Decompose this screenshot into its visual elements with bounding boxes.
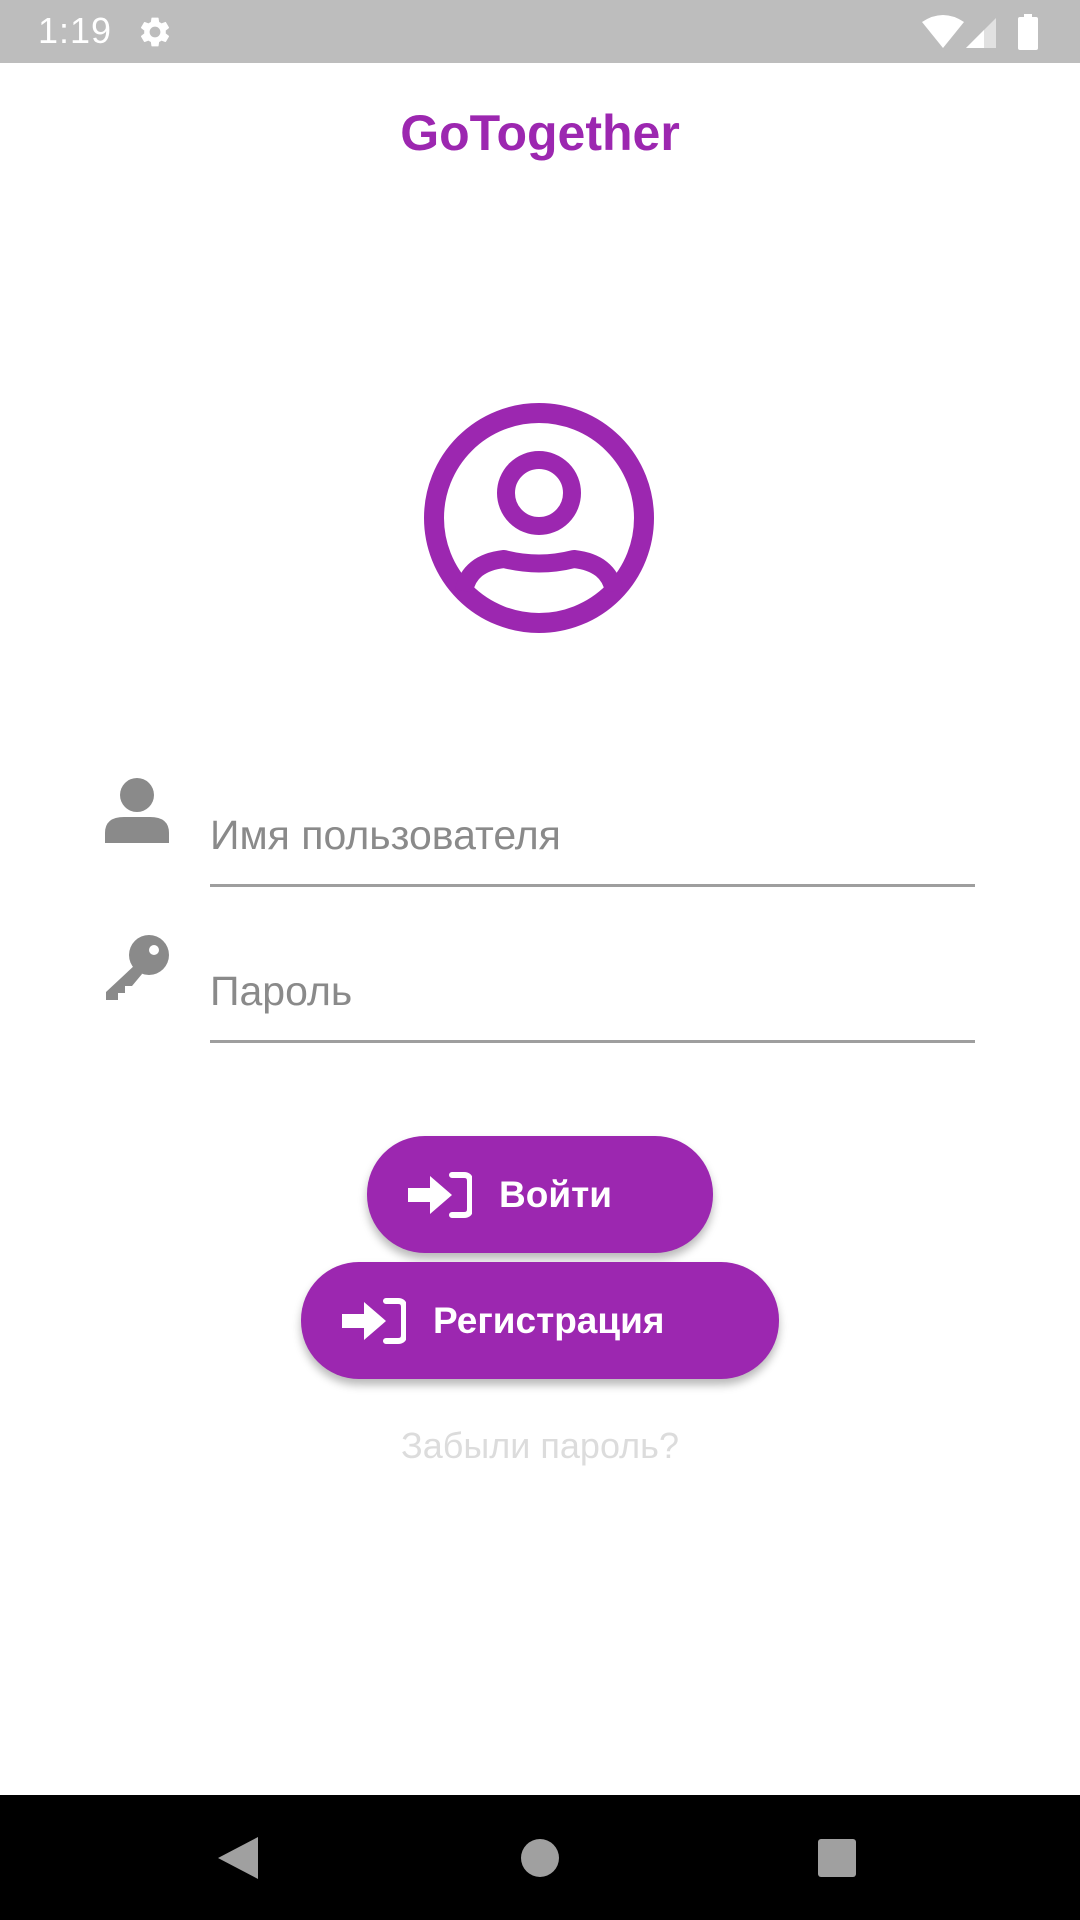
register-button-label: Регистрация — [433, 1299, 665, 1341]
wifi-icon — [922, 15, 964, 48]
login-icon — [342, 1297, 406, 1344]
status-bar: 1:19 — [0, 0, 1080, 63]
navigation-bar — [0, 1795, 1080, 1920]
gear-icon — [140, 17, 170, 47]
account-circle-icon — [424, 403, 654, 633]
password-input[interactable] — [210, 943, 975, 1043]
login-button[interactable]: Войти — [367, 1136, 713, 1253]
person-icon — [105, 778, 169, 843]
key-icon — [106, 935, 169, 1000]
status-time: 1:19 — [38, 10, 113, 51]
register-button[interactable]: Регистрация — [301, 1262, 779, 1379]
username-input[interactable] — [210, 787, 975, 887]
forgot-password-link[interactable]: Забыли пароль? — [0, 1425, 1080, 1467]
signal-icon — [966, 18, 996, 48]
login-icon — [408, 1171, 472, 1218]
app-title: GoTogether — [400, 105, 680, 161]
login-button-label: Войти — [499, 1173, 612, 1215]
status-icons — [922, 14, 1038, 50]
battery-icon — [1018, 14, 1038, 50]
back-triangle-icon[interactable] — [216, 1835, 260, 1881]
home-circle-icon[interactable] — [520, 1838, 560, 1878]
recents-square-icon[interactable] — [817, 1838, 857, 1878]
